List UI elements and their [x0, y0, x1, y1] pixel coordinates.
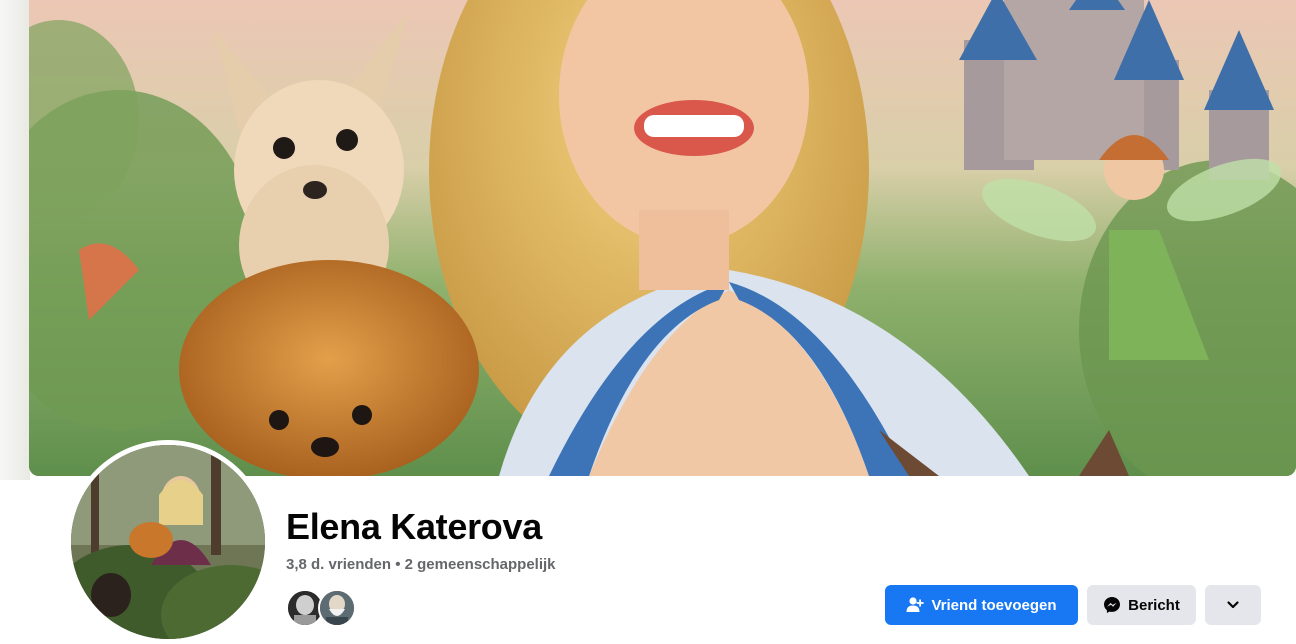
message-label: Bericht [1128, 596, 1180, 614]
more-options-button[interactable] [1205, 585, 1261, 625]
chevron-down-icon [1226, 597, 1240, 614]
profile-name: Elena Katerova [286, 506, 542, 547]
page-edge [0, 0, 30, 480]
profile-avatar[interactable] [71, 445, 265, 639]
messenger-icon [1103, 596, 1121, 614]
add-friend-button[interactable]: Vriend toevoegen [885, 585, 1078, 625]
friends-count[interactable]: 3,8 d. vrienden • 2 gemeenschappelijk [286, 555, 556, 575]
mutual-friend-avatar-2[interactable] [318, 589, 356, 627]
mutual-friends-avatars[interactable] [286, 589, 366, 627]
add-person-icon [906, 597, 925, 613]
cover-photo[interactable] [29, 0, 1296, 476]
message-button[interactable]: Bericht [1087, 585, 1196, 625]
add-friend-label: Vriend toevoegen [931, 596, 1057, 614]
